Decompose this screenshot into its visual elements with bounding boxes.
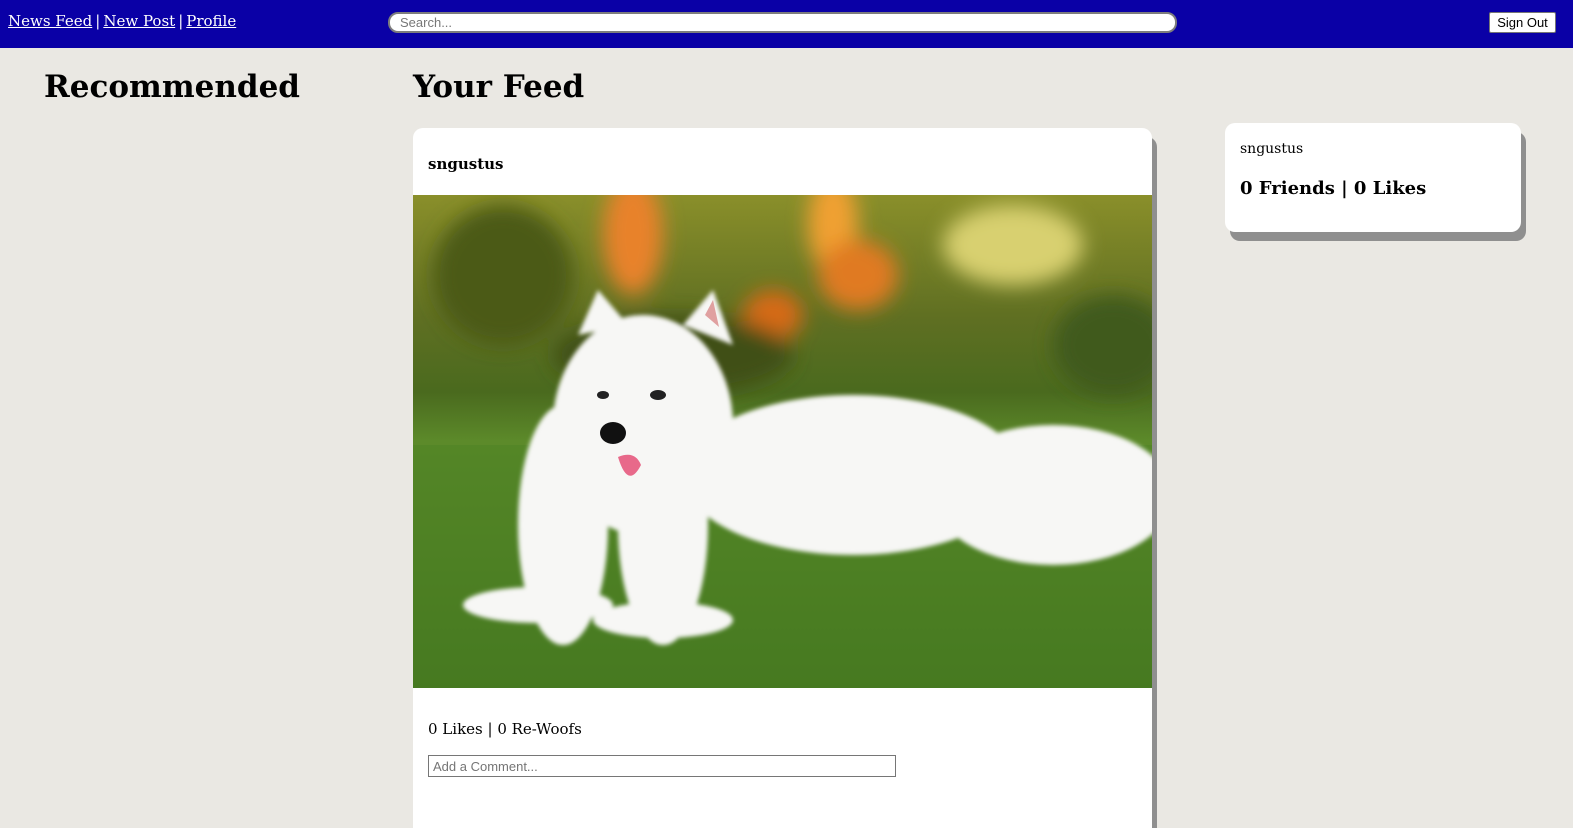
profile-summary-card: sngustus 0 Friends | 0 Likes [1225,123,1521,232]
profile-username: sngustus [1240,141,1304,157]
post-stats: 0 Likes | 0 Re-Woofs [428,720,582,738]
nav-separator: | [95,12,101,30]
post-photo[interactable] [413,195,1152,688]
search-input[interactable] [388,12,1177,33]
feed-post-card: sngustus 0 Likes | 0 Re-Woofs Add a Comm… [413,128,1152,828]
sign-out-button[interactable]: Sign Out [1489,12,1556,33]
nav-links: News Feed | New Post | Profile [8,12,236,30]
nav-link-new-post[interactable]: New Post [103,12,175,30]
recommended-heading: Recommended [44,69,300,105]
nav-link-profile[interactable]: Profile [186,12,236,30]
post-username[interactable]: sngustus [428,155,503,173]
comment-input[interactable] [428,755,896,777]
feed-heading: Your Feed [413,69,585,105]
nav-link-news-feed[interactable]: News Feed [8,12,92,30]
profile-stats: 0 Friends | 0 Likes [1240,178,1427,199]
top-navigation-bar: News Feed|New Post|Profile Sign Out [0,0,1573,48]
nav-separator: | [178,12,184,30]
